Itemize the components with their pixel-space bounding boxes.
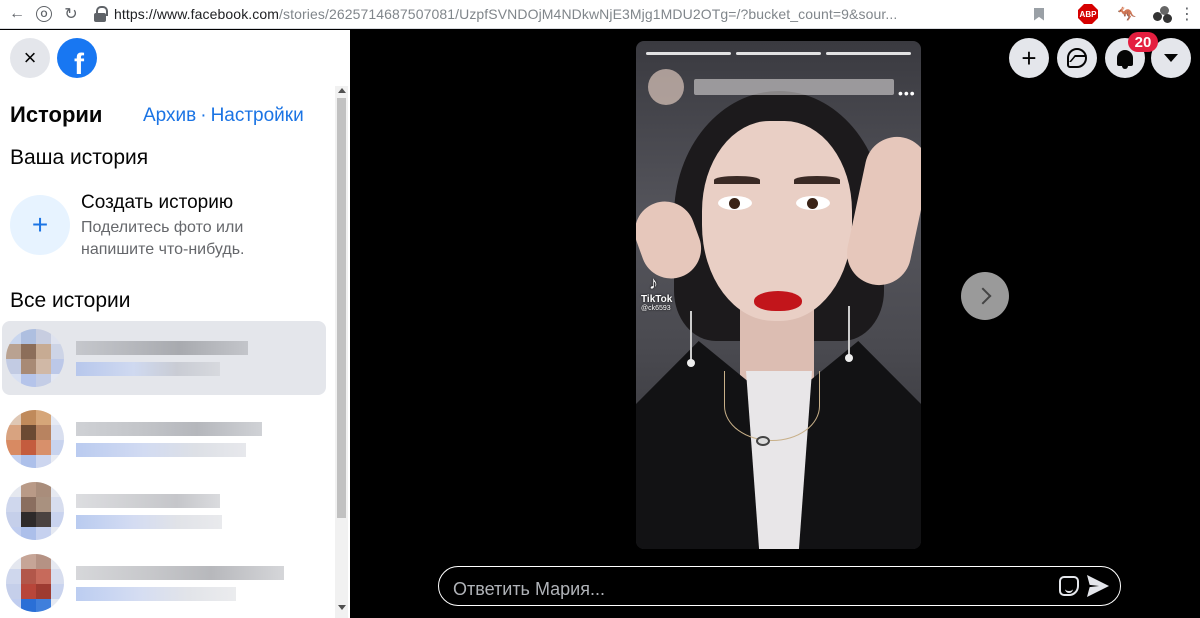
blurred-name [76,494,220,508]
plus-icon: + [1021,42,1037,73]
chevron-right-icon [974,287,991,305]
facebook-logo[interactable]: f [57,38,97,78]
tiktok-handle: @ck6593 [641,305,671,312]
avatar [6,482,64,540]
story-image-lips [754,291,802,311]
scroll-down-icon[interactable] [338,605,346,610]
browser-toolbar: ← O ↻ https://www.facebook.com/stories/2… [0,0,1200,29]
list-item[interactable] [2,321,326,395]
blurred-name [76,566,284,580]
settings-link[interactable]: Настройки [211,105,304,126]
blurred-story-header [648,69,898,109]
create-story-subtitle: Поделитесь фото или напишите что-нибудь. [81,219,245,258]
story-image-pendant [756,436,770,446]
all-stories-heading: Все истории [10,289,131,312]
caret-down-icon [1164,54,1178,62]
story-image-necklace [724,371,820,441]
opera-icon[interactable]: O [36,6,52,22]
archive-link[interactable]: Архив [143,105,196,126]
story-image-earring [687,311,695,367]
messenger-icon [1067,48,1087,68]
tiktok-brand: TikTok [641,294,673,305]
send-icon[interactable] [1087,575,1109,597]
story-image-eye [796,196,830,210]
story-progress-segment [736,52,821,55]
page-title: Истории [10,102,103,127]
close-button[interactable]: × [10,38,50,78]
reply-input[interactable] [453,576,1043,602]
scroll-up-icon[interactable] [338,88,346,93]
story-image-eye [718,196,752,210]
story-card[interactable]: ••• ♪ TikTok @ck6593 [636,41,921,549]
story-progress-segment [646,52,731,55]
avatar [6,410,64,468]
plus-icon: + [10,195,70,255]
story-image-brow [794,176,840,184]
back-arrow-icon[interactable]: ← [4,1,30,27]
more-options-icon[interactable]: ••• [898,85,916,101]
blurred-subtitle [76,587,236,601]
blurred-subtitle [76,443,246,457]
blurred-name [76,341,248,355]
blurred-subtitle [76,362,220,376]
facebook-logo-letter: f [74,48,84,78]
next-story-button[interactable] [961,272,1009,320]
messenger-button[interactable] [1057,38,1097,78]
reload-icon[interactable]: ↻ [58,1,84,27]
list-item[interactable] [2,402,326,476]
url-host: https://www.facebook.com [114,6,280,22]
create-story-title: Создать историю [81,192,234,213]
notification-badge: 20 [1128,32,1158,52]
avatar [6,554,64,612]
scrollbar-thumb[interactable] [337,98,346,518]
adblock-plus-icon[interactable]: ABP [1078,4,1098,24]
list-item[interactable] [2,474,326,548]
close-icon: × [23,45,37,70]
your-story-heading: Ваша история [10,146,149,169]
story-image-brow [714,176,760,184]
avatar [6,329,64,387]
blurred-subtitle [76,515,222,529]
story-progress-segment [826,52,911,55]
lock-icon[interactable] [94,6,108,22]
address-bar[interactable]: https://www.facebook.com/stories/2625714… [114,6,944,22]
story-image-earring [845,306,853,362]
tiktok-watermark: ♪ TikTok @ck6593 [641,273,672,312]
create-button[interactable]: + [1009,38,1049,78]
tiktok-logo-icon: ♪ [649,273,658,293]
reply-box [438,566,1121,606]
list-item[interactable] [2,546,326,618]
extension-balls-icon[interactable] [1151,4,1173,24]
browser-menu-icon[interactable]: ⋮ [1179,4,1195,24]
sidebar-links: Архив · Настройки [143,105,304,127]
stories-sidebar: × f Истории Архив · Настройки Ваша история… [0,30,350,618]
bookmark-icon[interactable] [1031,4,1047,24]
kangaroo-icon[interactable]: 🦘 [1117,4,1137,24]
create-story-button[interactable]: + Создать историю Поделитесь фото или на… [10,192,330,259]
bell-icon [1117,50,1133,69]
link-separator: · [200,105,207,126]
story-viewer: ••• ♪ TikTok @ck6593 + 20 [350,30,1200,618]
sticker-icon[interactable] [1059,576,1079,596]
url-path: /stories/2625714687507081/UzpfSVNDOjM4ND… [279,6,898,22]
blurred-name [76,422,262,436]
